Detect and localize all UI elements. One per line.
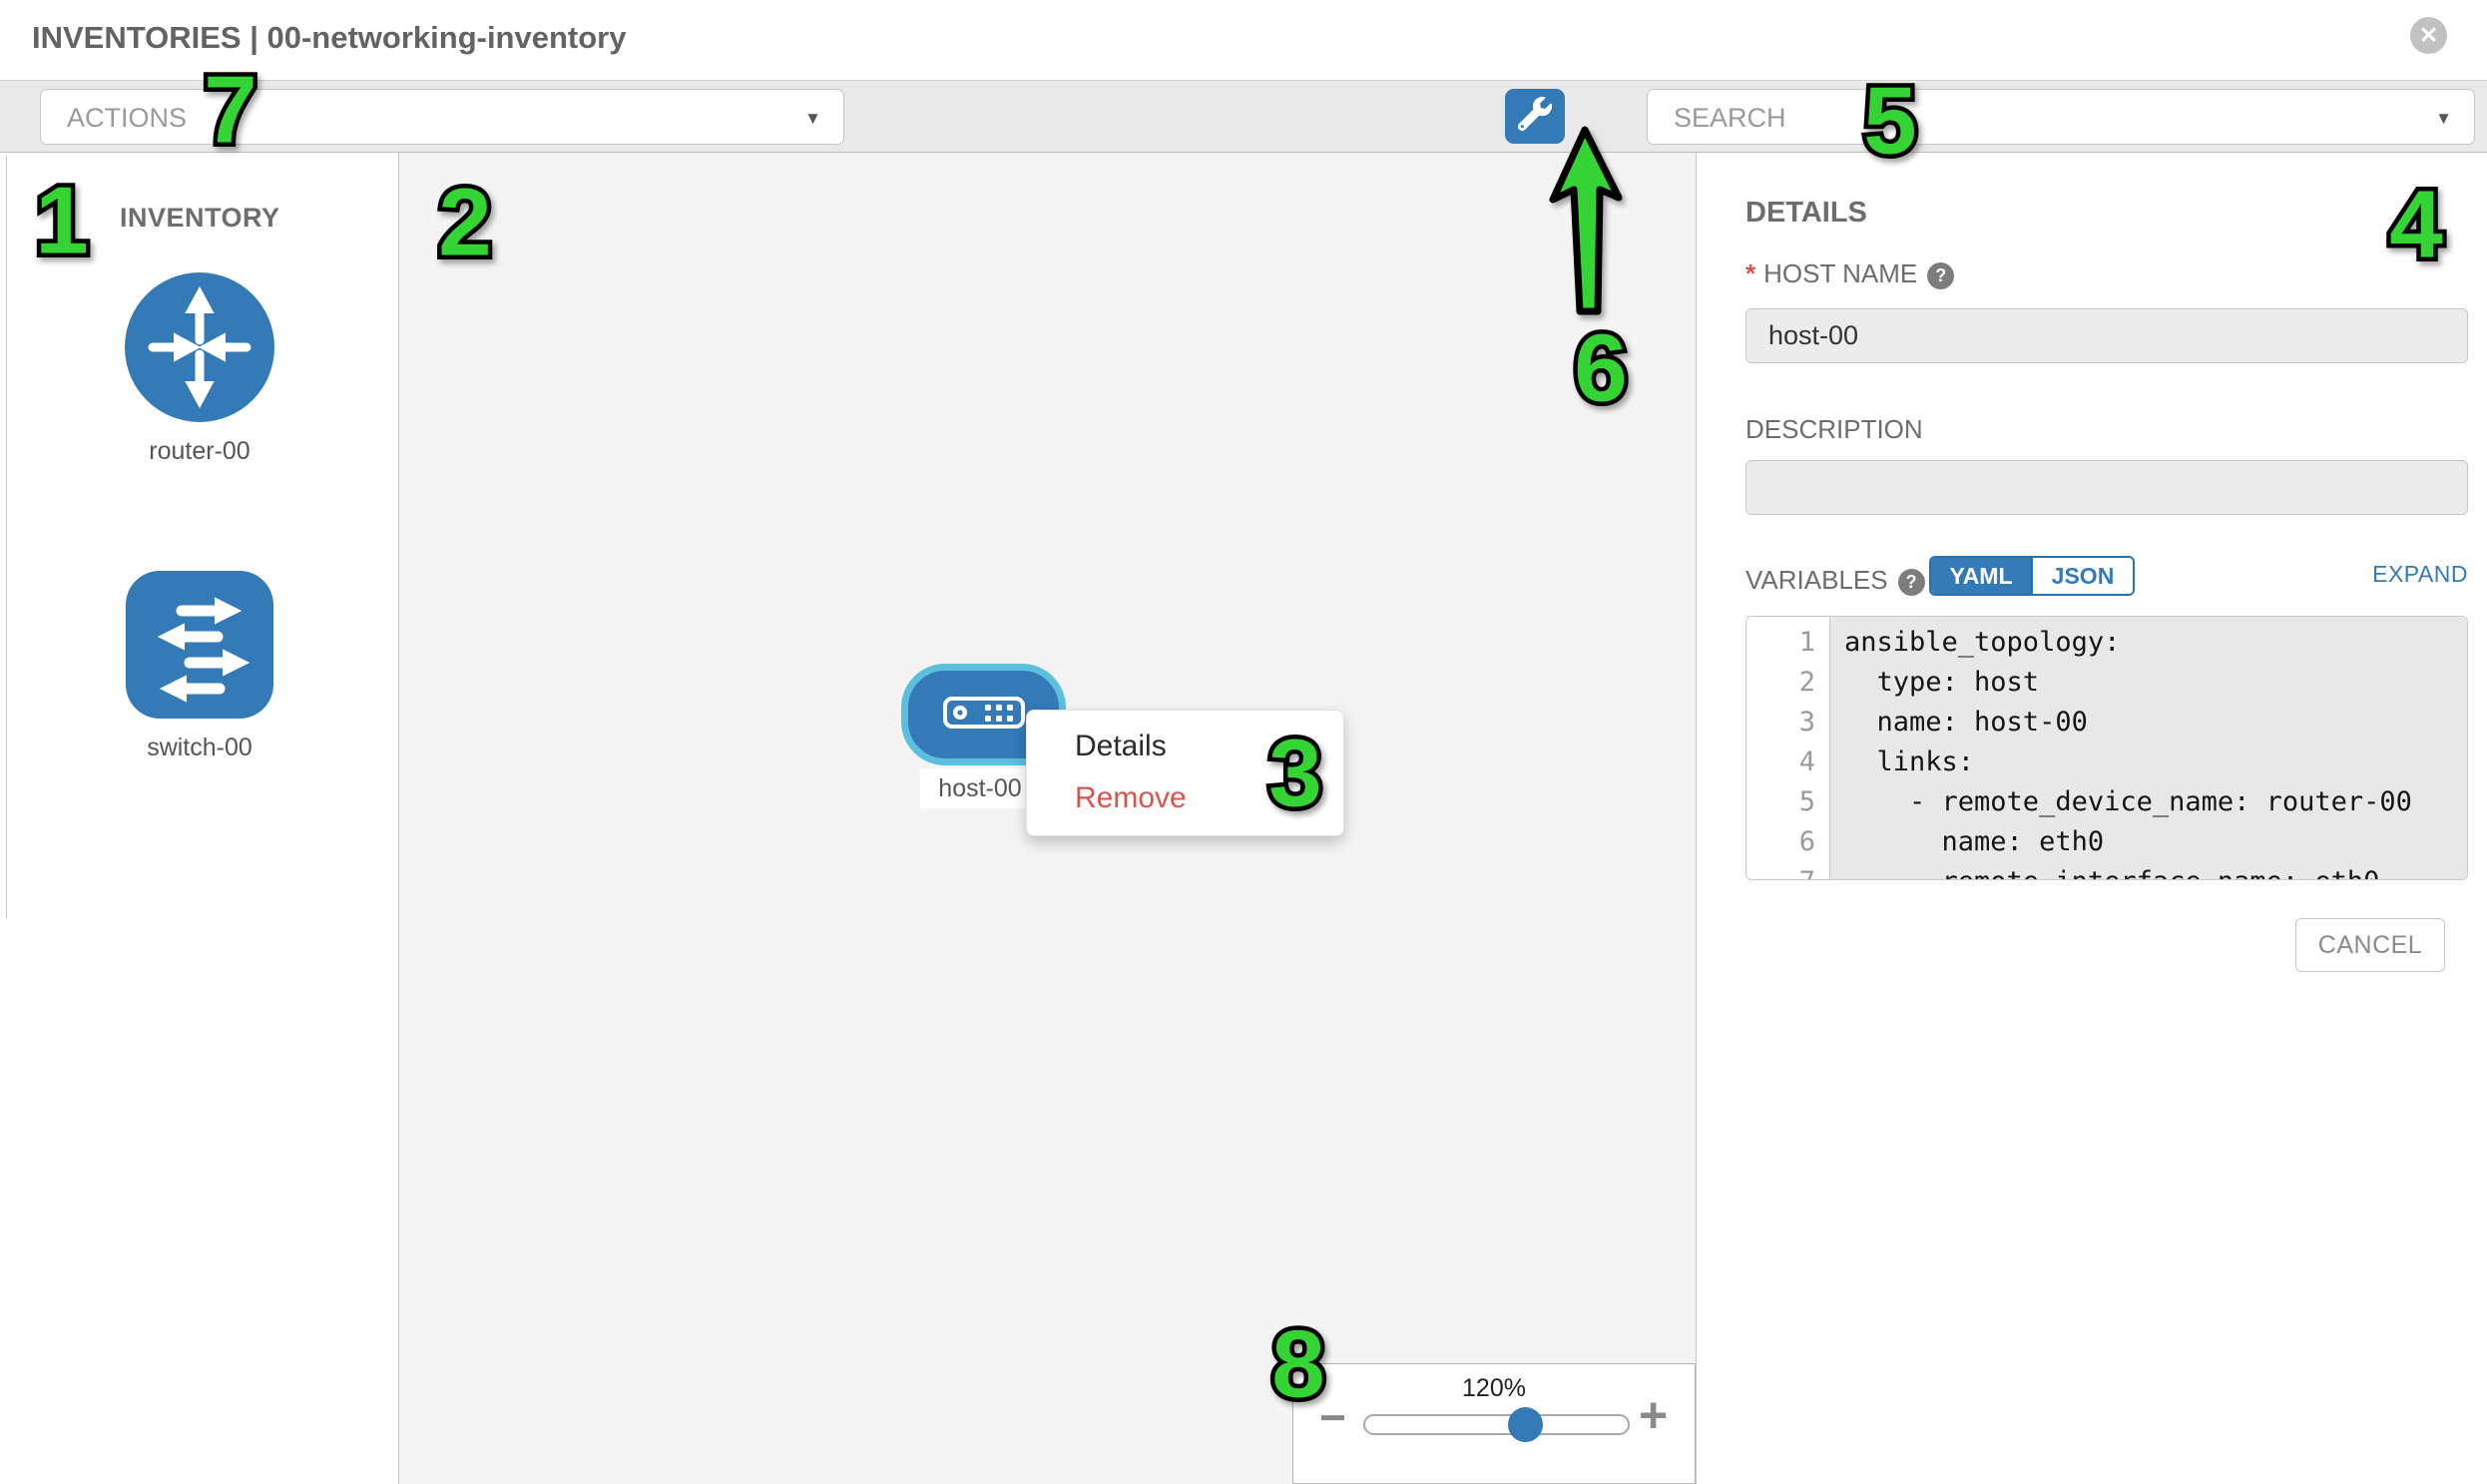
palette-device-switch[interactable]: switch-00 <box>126 571 273 762</box>
variables-label: VARIABLES <box>1745 565 1888 595</box>
zoom-in-button[interactable]: + <box>1639 1386 1668 1444</box>
sidebar-scroll-track <box>6 155 7 918</box>
line-number: 4 <box>1746 742 1829 782</box>
code-line: type: host <box>1844 663 2467 703</box>
host-node-label: host-00 <box>920 768 1040 808</box>
host-name-input[interactable] <box>1745 308 2468 363</box>
code-line: ansible_topology: <box>1844 623 2467 663</box>
actions-dropdown[interactable]: ACTIONS ▼ <box>40 89 844 145</box>
line-number: 2 <box>1746 663 1829 703</box>
router-icon <box>125 409 274 426</box>
required-asterisk: * <box>1745 258 1755 288</box>
device-label: switch-00 <box>126 734 273 762</box>
context-menu: Details Remove <box>1026 710 1344 836</box>
cancel-button[interactable]: CANCEL <box>2295 918 2445 972</box>
editor-code-area[interactable]: ansible_topology: type: host name: host-… <box>1830 617 2467 879</box>
inventory-panel-title: INVENTORY <box>120 203 280 234</box>
search-dropdown-label: SEARCH <box>1674 103 1786 134</box>
wrench-icon <box>1518 97 1552 136</box>
line-number: 7 <box>1746 862 1829 880</box>
tools-button[interactable] <box>1505 89 1565 144</box>
description-label: DESCRIPTION <box>1745 414 1923 445</box>
code-line: remote_interface_name: eth0 <box>1844 862 2467 880</box>
description-input[interactable] <box>1745 460 2468 515</box>
host-name-label-row: * HOST NAME? <box>1745 258 1954 289</box>
topology-canvas[interactable]: host-00 Details Remove 120% − + <box>399 153 1697 1484</box>
variables-code-editor[interactable]: 1 2 3 4 5 6 7 ansible_topology: type: ho… <box>1745 616 2468 880</box>
close-icon[interactable]: ✕ <box>2410 17 2447 54</box>
details-panel: DETAILS * HOST NAME? DESCRIPTION VARIABLE… <box>1698 153 2487 1484</box>
zoom-slider-thumb[interactable] <box>1508 1407 1543 1442</box>
code-line: name: eth0 <box>1844 822 2467 862</box>
zoom-out-button[interactable]: − <box>1319 1390 1346 1444</box>
line-number: 3 <box>1746 703 1829 742</box>
host-server-icon <box>943 697 1025 734</box>
details-panel-title: DETAILS <box>1745 197 1867 230</box>
variables-label-row: VARIABLES? <box>1745 565 1925 596</box>
expand-link[interactable]: EXPAND <box>2372 561 2468 588</box>
line-number: 5 <box>1746 782 1829 822</box>
device-label: router-00 <box>125 437 274 466</box>
zoom-control: 120% − + <box>1292 1363 1696 1484</box>
code-line: name: host-00 <box>1844 703 2467 742</box>
inventory-sidebar: INVENTORY router-00 <box>0 153 399 1484</box>
help-icon[interactable]: ? <box>1898 569 1925 596</box>
line-number: 1 <box>1746 623 1829 663</box>
inventory-topology-screen: INVENTORIES | 00-networking-inventory ✕ … <box>0 0 2487 1484</box>
chevron-down-icon: ▼ <box>2435 109 2452 129</box>
code-line: links: <box>1844 742 2467 782</box>
toolbar: ACTIONS ▼ SEARCH ▼ <box>0 80 2487 153</box>
context-menu-item-details[interactable]: Details <box>1027 721 1343 772</box>
context-menu-item-remove[interactable]: Remove <box>1027 772 1343 824</box>
tab-yaml[interactable]: YAML <box>1931 558 2031 594</box>
host-name-label: HOST NAME <box>1763 258 1917 288</box>
search-dropdown[interactable]: SEARCH ▼ <box>1647 89 2475 145</box>
chevron-down-icon: ▼ <box>804 109 821 129</box>
actions-dropdown-label: ACTIONS <box>67 103 187 134</box>
page-title: INVENTORIES | 00-networking-inventory <box>32 20 626 56</box>
help-icon[interactable]: ? <box>1927 262 1954 289</box>
line-number: 6 <box>1746 822 1829 862</box>
switch-icon <box>126 706 273 723</box>
variables-format-toggle: YAML JSON <box>1929 556 2135 596</box>
zoom-slider-track[interactable] <box>1363 1414 1630 1435</box>
palette-device-router[interactable]: router-00 <box>125 272 274 466</box>
editor-line-numbers: 1 2 3 4 5 6 7 <box>1746 617 1830 879</box>
code-line: - remote_device_name: router-00 <box>1844 782 2467 822</box>
tab-json[interactable]: JSON <box>2031 558 2133 594</box>
zoom-level-value: 120% <box>1293 1374 1695 1403</box>
titlebar: INVENTORIES | 00-networking-inventory ✕ <box>0 0 2487 80</box>
